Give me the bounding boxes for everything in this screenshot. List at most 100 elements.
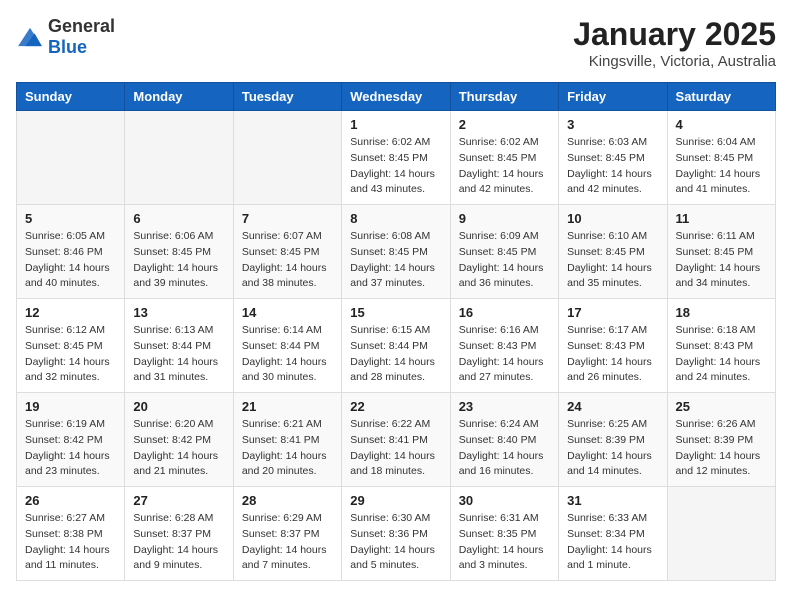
day-info: Sunrise: 6:19 AMSunset: 8:42 PMDaylight:… <box>25 417 116 480</box>
calendar-cell: 9 Sunrise: 6:09 AMSunset: 8:45 PMDaylight… <box>450 205 558 299</box>
calendar-cell: 17 Sunrise: 6:17 AMSunset: 8:43 PMDayligh… <box>559 299 667 393</box>
weekday-header: Wednesday <box>342 83 450 111</box>
day-info: Sunrise: 6:17 AMSunset: 8:43 PMDaylight:… <box>567 323 658 386</box>
day-number: 29 <box>350 493 441 508</box>
day-info: Sunrise: 6:25 AMSunset: 8:39 PMDaylight:… <box>567 417 658 480</box>
calendar-cell: 5Sunrise: 6:05 AMSunset: 8:46 PMDaylight… <box>17 205 125 299</box>
day-info: Sunrise: 6:14 AMSunset: 8:44 PMDaylight:… <box>242 323 333 386</box>
day-info: Sunrise: 6:22 AMSunset: 8:41 PMDaylight:… <box>350 417 441 480</box>
day-number: 15 <box>350 305 441 320</box>
day-info: Sunrise: 6:18 AMSunset: 8:43 PMDaylight:… <box>676 323 767 386</box>
day-info: Sunrise: 6:12 AMSunset: 8:45 PMDaylight:… <box>25 323 116 386</box>
day-info: Sunrise: 6:15 AMSunset: 8:44 PMDaylight:… <box>350 323 441 386</box>
weekday-header: Saturday <box>667 83 775 111</box>
calendar-cell: 6 Sunrise: 6:06 AMSunset: 8:45 PMDaylight… <box>125 205 233 299</box>
title-block: January 2025 Kingsville, Victoria, Austr… <box>573 16 776 70</box>
calendar-cell <box>125 111 233 205</box>
calendar-table: SundayMondayTuesdayWednesdayThursdayFrid… <box>16 82 776 581</box>
day-number: 18 <box>676 305 767 320</box>
day-info: Sunrise: 6:21 AMSunset: 8:41 PMDaylight:… <box>242 417 333 480</box>
calendar-cell: 14 Sunrise: 6:14 AMSunset: 8:44 PMDayligh… <box>233 299 341 393</box>
calendar-cell: 20Sunrise: 6:20 AMSunset: 8:42 PMDayligh… <box>125 393 233 487</box>
day-info: Sunrise: 6:13 AMSunset: 8:44 PMDaylight:… <box>133 323 224 386</box>
day-info: Sunrise: 6:11 AMSunset: 8:45 PMDaylight:… <box>676 229 767 292</box>
calendar-cell: 23Sunrise: 6:24 AMSunset: 8:40 PMDayligh… <box>450 393 558 487</box>
day-info: Sunrise: 6:06 AMSunset: 8:45 PMDaylight:… <box>133 229 224 292</box>
logo: General Blue <box>16 16 115 58</box>
day-number: 31 <box>567 493 658 508</box>
day-number: 8 <box>350 211 441 226</box>
calendar-cell: 21 Sunrise: 6:21 AMSunset: 8:41 PMDayligh… <box>233 393 341 487</box>
weekday-header: Monday <box>125 83 233 111</box>
day-number: 19 <box>25 399 116 414</box>
logo-icon <box>16 26 44 48</box>
calendar-subtitle: Kingsville, Victoria, Australia <box>573 53 776 70</box>
logo-blue: Blue <box>48 37 87 57</box>
calendar-cell: 29Sunrise: 6:30 AMSunset: 8:36 PMDayligh… <box>342 487 450 581</box>
day-info: Sunrise: 6:02 AMSunset: 8:45 PMDaylight:… <box>350 135 441 198</box>
day-info: Sunrise: 6:16 AMSunset: 8:43 PMDaylight:… <box>459 323 550 386</box>
calendar-cell <box>667 487 775 581</box>
calendar-body: 1Sunrise: 6:02 AMSunset: 8:45 PMDaylight… <box>17 111 776 581</box>
day-number: 3 <box>567 117 658 132</box>
calendar-cell: 10 Sunrise: 6:10 AMSunset: 8:45 PMDayligh… <box>559 205 667 299</box>
day-number: 13 <box>133 305 224 320</box>
day-number: 14 <box>242 305 333 320</box>
day-info: Sunrise: 6:27 AMSunset: 8:38 PMDaylight:… <box>25 511 116 574</box>
calendar-cell: 7Sunrise: 6:07 AMSunset: 8:45 PMDaylight… <box>233 205 341 299</box>
day-number: 12 <box>25 305 116 320</box>
page-header: General Blue January 2025 Kingsville, Vi… <box>16 16 776 70</box>
day-info: Sunrise: 6:29 AMSunset: 8:37 PMDaylight:… <box>242 511 333 574</box>
day-info: Sunrise: 6:03 AMSunset: 8:45 PMDaylight:… <box>567 135 658 198</box>
calendar-week-row: 5Sunrise: 6:05 AMSunset: 8:46 PMDaylight… <box>17 205 776 299</box>
calendar-cell: 16 Sunrise: 6:16 AMSunset: 8:43 PMDayligh… <box>450 299 558 393</box>
calendar-title: January 2025 <box>573 16 776 53</box>
day-number: 23 <box>459 399 550 414</box>
day-number: 9 <box>459 211 550 226</box>
calendar-cell <box>17 111 125 205</box>
day-info: Sunrise: 6:28 AMSunset: 8:37 PMDaylight:… <box>133 511 224 574</box>
calendar-cell: 8 Sunrise: 6:08 AMSunset: 8:45 PMDaylight… <box>342 205 450 299</box>
day-number: 25 <box>676 399 767 414</box>
day-number: 28 <box>242 493 333 508</box>
day-info: Sunrise: 6:07 AMSunset: 8:45 PMDaylight:… <box>242 229 333 292</box>
weekday-row: SundayMondayTuesdayWednesdayThursdayFrid… <box>17 83 776 111</box>
calendar-cell: 22Sunrise: 6:22 AMSunset: 8:41 PMDayligh… <box>342 393 450 487</box>
day-number: 2 <box>459 117 550 132</box>
day-number: 11 <box>676 211 767 226</box>
calendar-week-row: 12 Sunrise: 6:12 AMSunset: 8:45 PMDayligh… <box>17 299 776 393</box>
weekday-header: Sunday <box>17 83 125 111</box>
weekday-header: Thursday <box>450 83 558 111</box>
logo-text: General Blue <box>48 16 115 58</box>
calendar-week-row: 19 Sunrise: 6:19 AMSunset: 8:42 PMDayligh… <box>17 393 776 487</box>
day-number: 17 <box>567 305 658 320</box>
calendar-week-row: 1Sunrise: 6:02 AMSunset: 8:45 PMDaylight… <box>17 111 776 205</box>
calendar-header: SundayMondayTuesdayWednesdayThursdayFrid… <box>17 83 776 111</box>
day-number: 26 <box>25 493 116 508</box>
day-number: 27 <box>133 493 224 508</box>
calendar-cell: 27 Sunrise: 6:28 AMSunset: 8:37 PMDayligh… <box>125 487 233 581</box>
day-number: 6 <box>133 211 224 226</box>
day-info: Sunrise: 6:08 AMSunset: 8:45 PMDaylight:… <box>350 229 441 292</box>
day-number: 10 <box>567 211 658 226</box>
day-info: Sunrise: 6:33 AMSunset: 8:34 PMDaylight:… <box>567 511 658 574</box>
calendar-cell: 19 Sunrise: 6:19 AMSunset: 8:42 PMDayligh… <box>17 393 125 487</box>
day-number: 21 <box>242 399 333 414</box>
day-info: Sunrise: 6:05 AMSunset: 8:46 PMDaylight:… <box>25 229 116 292</box>
day-info: Sunrise: 6:09 AMSunset: 8:45 PMDaylight:… <box>459 229 550 292</box>
logo-general: General <box>48 16 115 36</box>
calendar-cell: 31 Sunrise: 6:33 AMSunset: 8:34 PMDayligh… <box>559 487 667 581</box>
day-number: 16 <box>459 305 550 320</box>
calendar-cell: 28 Sunrise: 6:29 AMSunset: 8:37 PMDayligh… <box>233 487 341 581</box>
calendar-cell: 24 Sunrise: 6:25 AMSunset: 8:39 PMDayligh… <box>559 393 667 487</box>
day-number: 24 <box>567 399 658 414</box>
calendar-cell: 13 Sunrise: 6:13 AMSunset: 8:44 PMDayligh… <box>125 299 233 393</box>
day-info: Sunrise: 6:10 AMSunset: 8:45 PMDaylight:… <box>567 229 658 292</box>
calendar-cell: 15 Sunrise: 6:15 AMSunset: 8:44 PMDayligh… <box>342 299 450 393</box>
calendar-week-row: 26 Sunrise: 6:27 AMSunset: 8:38 PMDayligh… <box>17 487 776 581</box>
calendar-cell <box>233 111 341 205</box>
day-info: Sunrise: 6:31 AMSunset: 8:35 PMDaylight:… <box>459 511 550 574</box>
day-number: 4 <box>676 117 767 132</box>
calendar-cell: 18 Sunrise: 6:18 AMSunset: 8:43 PMDayligh… <box>667 299 775 393</box>
day-info: Sunrise: 6:26 AMSunset: 8:39 PMDaylight:… <box>676 417 767 480</box>
